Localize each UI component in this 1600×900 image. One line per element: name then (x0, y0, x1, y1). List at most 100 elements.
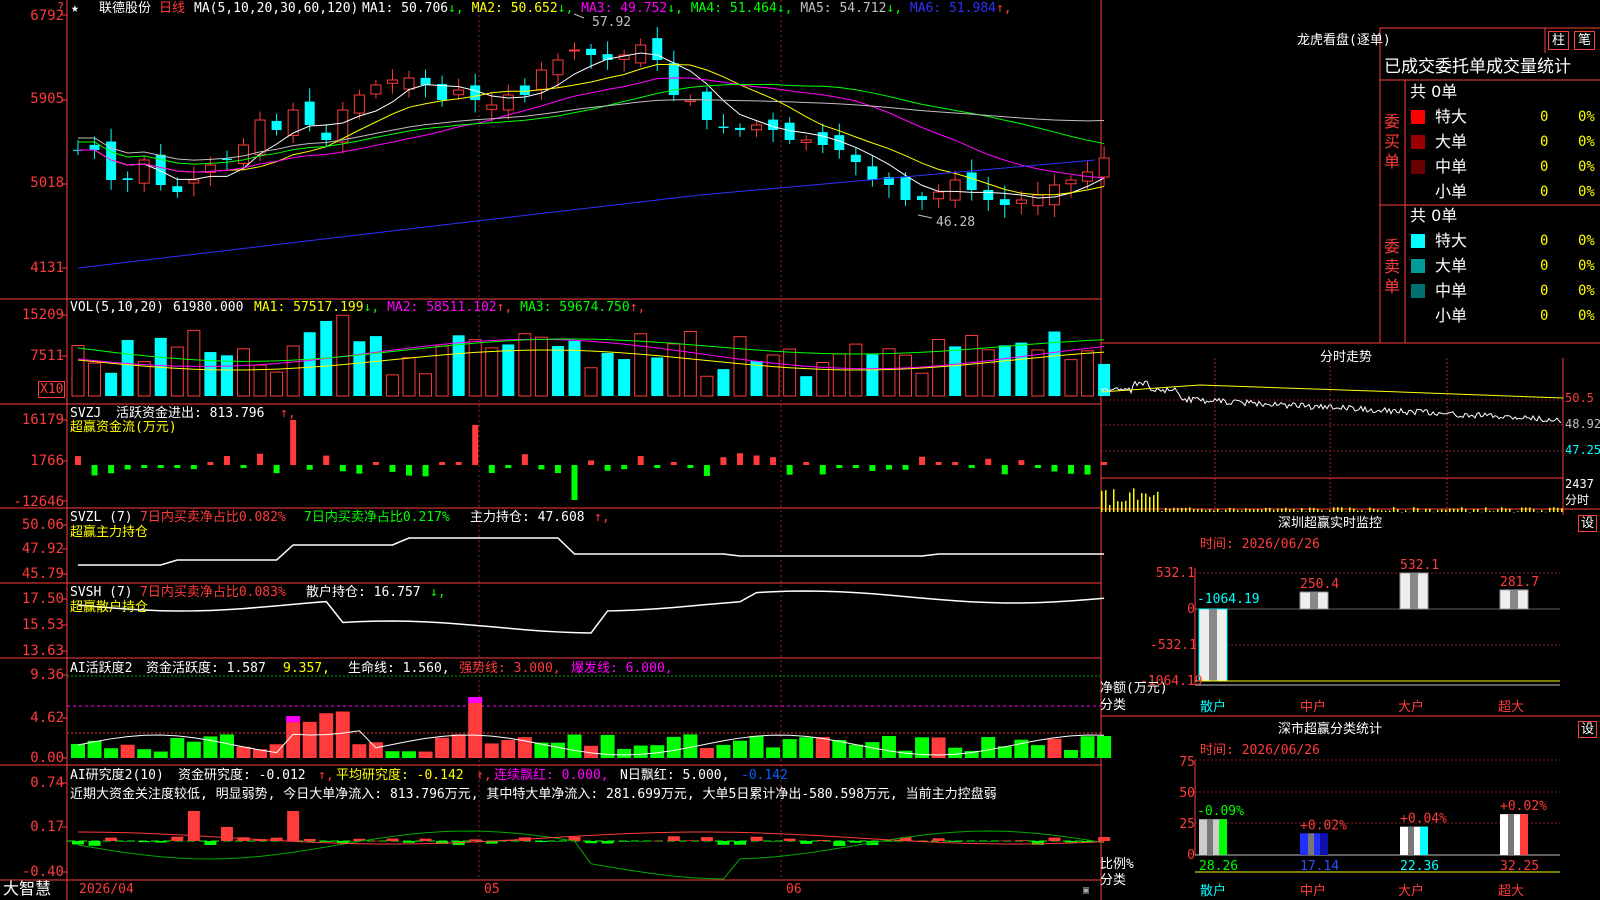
burst-bar (468, 697, 483, 703)
intraday-vol-bar (1377, 509, 1379, 512)
flow-bar (306, 465, 313, 470)
intraday-vol-bar (1141, 493, 1143, 512)
intraday-vol-bar (1345, 511, 1347, 512)
intraday-vol-bar (1353, 508, 1355, 512)
intraday-vol-bar (1357, 510, 1359, 512)
period-label[interactable]: 日线 (159, 1, 185, 16)
volume-bar (800, 376, 813, 396)
y-tick: 45.79 (21, 566, 64, 582)
flow-bar (836, 465, 843, 468)
flow-bar (869, 465, 876, 471)
intraday-vol-bar (1253, 509, 1255, 512)
intraday-vol-bar (1401, 511, 1403, 513)
tab-bar[interactable]: 柱 (1548, 31, 1570, 50)
flow-bar (952, 462, 959, 465)
research-bar (734, 841, 746, 845)
order-color-swatch (1411, 160, 1425, 174)
candle-body (271, 120, 282, 130)
order-count: 0 (1540, 258, 1549, 274)
ma-line (78, 77, 1105, 179)
category-label: 超大 (1498, 884, 1525, 899)
intraday-vol-bar (1309, 507, 1311, 512)
order-color-swatch (1411, 110, 1425, 124)
flow-bar (240, 465, 247, 468)
volume-bar (1064, 359, 1078, 397)
volume-bar (270, 371, 284, 397)
order-color-swatch (1411, 135, 1425, 149)
candle-body (1098, 157, 1110, 178)
candle-body (486, 104, 498, 110)
ma-line (78, 99, 1105, 161)
activity-bar (302, 721, 317, 758)
tab-tick[interactable]: 笔 (1574, 31, 1596, 50)
volume-bar (882, 348, 896, 397)
intraday-vol-bar (1101, 490, 1103, 512)
brand-logo[interactable]: 大智慧 (3, 881, 51, 897)
flow-bar (786, 465, 793, 475)
candle-body (867, 166, 878, 180)
ma-legend-item: MA2: 50.652 (471, 1, 558, 16)
intraday-vol-bar (1473, 509, 1475, 512)
sz-monitor-settings[interactable]: 设 (1578, 515, 1598, 532)
intraday-vol-bar (1385, 510, 1387, 512)
candle-body (735, 127, 745, 130)
flow-bar (621, 465, 628, 470)
intraday-vol-bar (1209, 509, 1211, 512)
y-tick: -0.40 (21, 864, 64, 880)
flow-bar (1068, 465, 1074, 474)
intraday-vol-bar (1133, 488, 1135, 512)
volume-bar (618, 359, 631, 396)
y-tick: -12646 (13, 494, 64, 510)
sz-classify-settings[interactable]: 设 (1578, 721, 1598, 738)
intraday-vol-bar (1289, 509, 1291, 512)
intraday-vol-bar (1373, 508, 1375, 512)
flow-bar (902, 465, 909, 470)
activity-bar (699, 748, 714, 758)
research-bar (800, 841, 813, 844)
research-bar (88, 841, 101, 846)
volume-bar (1015, 342, 1028, 396)
ai-research-item5: -0.142 (741, 768, 788, 783)
flow-bar (819, 465, 826, 475)
order-color-swatch (1411, 309, 1425, 323)
research-bar (816, 840, 829, 841)
research-bar (204, 841, 217, 845)
intraday-vol-bar (1165, 507, 1167, 512)
star-icon[interactable]: ★ (71, 1, 79, 16)
volume-bar (237, 348, 250, 397)
intraday-vol-bar (1561, 508, 1563, 512)
flow-bar (356, 465, 363, 474)
intraday-vol-bar (1393, 507, 1395, 512)
intraday-vol-bar (1205, 510, 1207, 512)
svsh-item2: 散户持仓: 16.757 (306, 585, 421, 600)
classify-value-label: 22.36 (1400, 859, 1439, 874)
classify-bar-shade (1508, 814, 1514, 855)
flow-bar (422, 465, 429, 477)
intraday-vol-bar (1125, 500, 1127, 512)
activity-bar (766, 747, 781, 758)
intraday-vol-bar (1505, 508, 1507, 512)
intraday-vol-bar (1197, 509, 1199, 512)
candle-body (917, 196, 928, 200)
volume-bar (303, 332, 316, 396)
activity-bar (435, 737, 450, 758)
y-tick: 47.92 (21, 541, 64, 557)
volume-bar (783, 348, 797, 397)
sell-orders-label: 委卖单 (1384, 237, 1401, 296)
volume-bar (584, 367, 598, 397)
order-pct: 0% (1578, 159, 1595, 175)
vol-unit[interactable]: X10 (38, 381, 66, 398)
research-bar (1098, 837, 1111, 841)
classify-value-label: 28.26 (1199, 859, 1238, 874)
volume-bar (71, 345, 85, 397)
buy-total: 共 0单 (1410, 82, 1458, 101)
lock-icon[interactable]: ▣ (1083, 883, 1089, 898)
stock-name[interactable]: 联德股份 (99, 1, 151, 16)
intraday-vol-bar (1173, 507, 1175, 512)
volume-bar (601, 352, 614, 396)
high-price-label: 57.92 (592, 15, 632, 30)
volume-bar (502, 344, 515, 396)
research-bar (618, 841, 631, 842)
flow-bar (1034, 465, 1041, 468)
research-bar (767, 841, 780, 842)
